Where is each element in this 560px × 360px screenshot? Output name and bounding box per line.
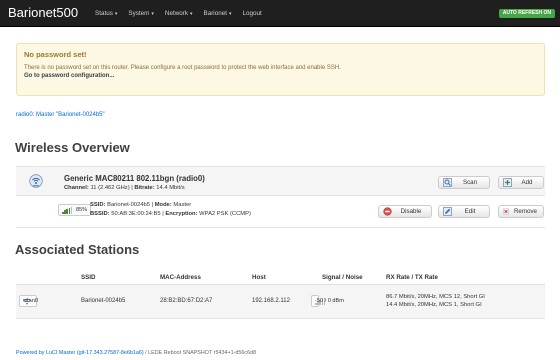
wireless-table: Generic MAC80211 802.11bgn (radio0) Chan… bbox=[16, 166, 545, 228]
wifi-device-icon bbox=[29, 174, 43, 188]
add-button[interactable]: Add bbox=[498, 176, 544, 189]
disable-icon bbox=[383, 207, 392, 216]
device-title: Generic MAC80211 802.11bgn (radio0) bbox=[64, 174, 205, 183]
remove-button[interactable]: Remove bbox=[498, 205, 544, 218]
associated-stations-heading: Associated Stations bbox=[15, 242, 140, 257]
table-row: wlan0 Barionet-0024b5 28:B2:BD:67:D2:A7 … bbox=[16, 285, 545, 319]
footer-version: / LEDE Reboot SNAPSHOT r5434+1-d56c6d8 bbox=[143, 350, 257, 356]
chevron-down-icon: ▾ bbox=[228, 11, 232, 17]
station-mac: 28:B2:BD:67:D2:A7 bbox=[160, 298, 213, 304]
radio-link[interactable]: radio0: Master "Barionet-0024b5" bbox=[16, 112, 105, 118]
nav-status[interactable]: Status ▾ bbox=[95, 10, 117, 17]
remove-icon bbox=[503, 208, 509, 215]
col-host: Host bbox=[252, 274, 266, 281]
disable-button[interactable]: Disable bbox=[378, 205, 432, 218]
network-info: SSID: Barionet-0024b5 | Mode: Master BSS… bbox=[90, 202, 251, 217]
alert-text: There is no password set on this router.… bbox=[24, 65, 341, 71]
main-nav: Status ▾ System ▾ Network ▾ Barionet ▾ Logou… bbox=[95, 0, 273, 27]
chevron-down-icon: ▾ bbox=[114, 11, 118, 17]
stations-table-header: SSID MAC-Address Host Signal / Noise RX … bbox=[16, 270, 545, 285]
network-row: 85% SSID: Barionet-0024b5 | Mode: Master… bbox=[16, 196, 545, 228]
station-signal-badge: -50 / 0 dBm bbox=[311, 295, 344, 307]
scan-icon bbox=[443, 178, 452, 187]
station-rates: 86.7 Mbit/s, 20MHz, MCS 12, Short GI 14.… bbox=[386, 293, 485, 309]
device-info: Channel: 11 (2.462 GHz) | Bitrate: 14.4 … bbox=[64, 185, 185, 191]
scan-button[interactable]: Scan bbox=[438, 176, 490, 189]
wireless-overview-heading: Wireless Overview bbox=[15, 140, 130, 155]
stations-table: SSID MAC-Address Host Signal / Noise RX … bbox=[16, 270, 545, 319]
auto-refresh-badge[interactable]: AUTO REFRESH ON bbox=[498, 9, 555, 18]
col-rate: RX Rate / TX Rate bbox=[386, 274, 438, 281]
tx-rate: 14.4 Mbit/s, 20MHz, MCS 1, Short GI bbox=[386, 302, 482, 308]
station-host: 192.168.2.112 bbox=[252, 298, 290, 304]
device-row: Generic MAC80211 802.11bgn (radio0) Chan… bbox=[16, 166, 545, 196]
brand-logo[interactable]: Barionet500 bbox=[8, 5, 78, 21]
edit-icon bbox=[443, 207, 452, 216]
luci-link[interactable]: Powered by LuCI Master (git-17.343.27587… bbox=[16, 350, 144, 356]
col-mac: MAC-Address bbox=[160, 274, 201, 281]
chevron-down-icon: ▾ bbox=[151, 11, 154, 17]
chevron-down-icon: ▾ bbox=[189, 11, 193, 17]
station-ssid: Barionet-0024b5 bbox=[81, 298, 126, 304]
add-icon bbox=[503, 178, 512, 187]
signal-quality-badge: 85% bbox=[58, 204, 92, 216]
col-ssid: SSID bbox=[81, 274, 96, 281]
edit-button[interactable]: Edit bbox=[438, 205, 490, 218]
col-signal: Signal / Noise bbox=[322, 274, 363, 281]
rx-rate: 86.7 Mbit/s, 20MHz, MCS 12, Short GI bbox=[386, 294, 485, 300]
signal-bars-icon bbox=[62, 206, 73, 214]
alert-title: No password set! bbox=[24, 50, 87, 59]
nav-network[interactable]: Network ▾ bbox=[165, 10, 193, 17]
navbar: Barionet500 Status ▾ System ▾ Network ▾ Bar… bbox=[0, 0, 560, 27]
interface-badge[interactable]: wlan0 bbox=[19, 295, 38, 307]
nav-system[interactable]: System ▾ bbox=[128, 10, 154, 17]
nav-barionet[interactable]: Barionet ▾ bbox=[204, 10, 232, 17]
footer: Powered by LuCI Master (git-17.343.27587… bbox=[16, 350, 256, 356]
nav-logout[interactable]: Logout bbox=[242, 10, 261, 17]
password-config-link[interactable]: Go to password configuration... bbox=[24, 72, 537, 80]
no-password-alert: No password set! There is no password se… bbox=[16, 43, 545, 96]
